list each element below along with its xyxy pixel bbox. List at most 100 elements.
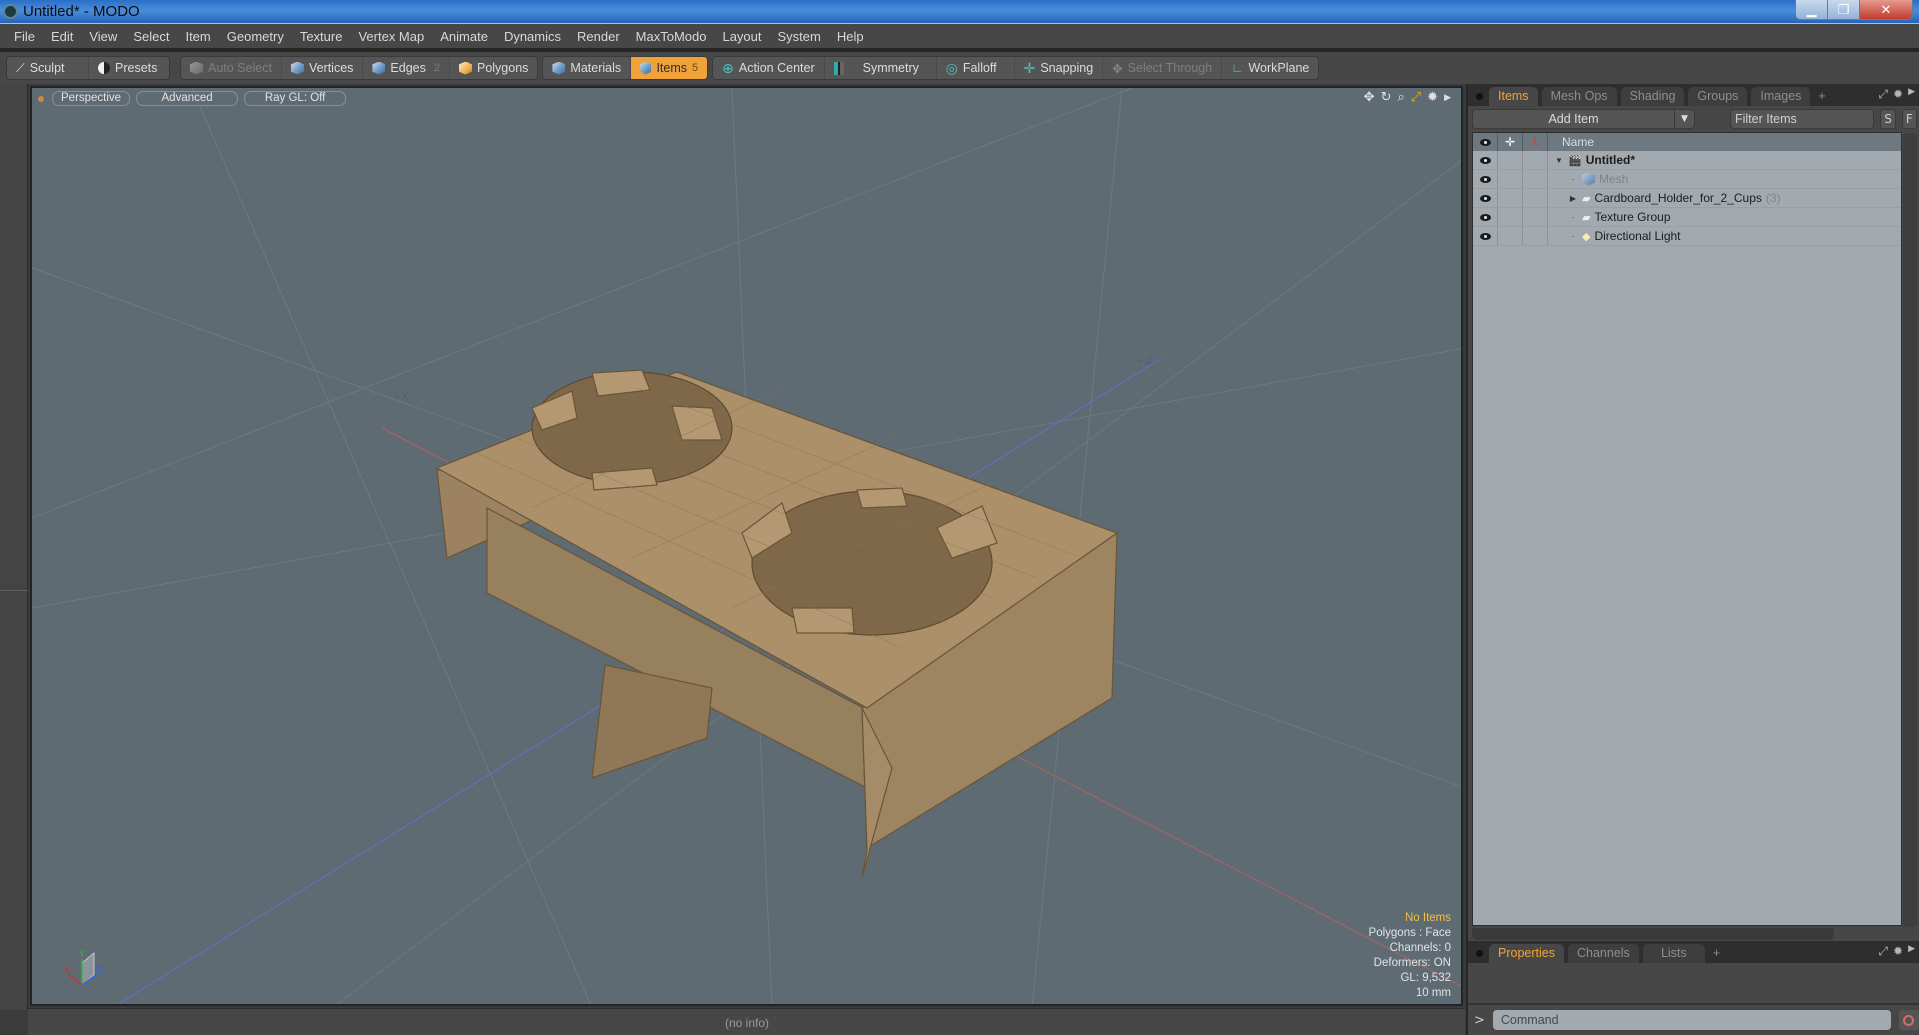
crosshair-icon: ⊕ — [722, 59, 734, 76]
zoom-icon[interactable]: ⌕ — [1397, 90, 1404, 105]
add-tab-button[interactable]: + — [1814, 87, 1829, 106]
panel-arrow-icon[interactable]: ▶ — [1908, 944, 1915, 959]
snapping-button[interactable]: ✛ Snapping — [1015, 57, 1104, 79]
select-through-button[interactable]: ✥ Select Through — [1103, 57, 1223, 79]
workplane-button[interactable]: ∟ WorkPlane — [1222, 57, 1318, 79]
tab-images[interactable]: Images — [1751, 87, 1811, 106]
items-button[interactable]: Items 5 — [631, 57, 708, 79]
raygl-toggle[interactable]: Ray GL: Off — [244, 91, 347, 106]
tab-properties[interactable]: Properties — [1489, 944, 1564, 963]
eye-icon — [1479, 213, 1491, 221]
menu-maxtomodo[interactable]: MaxToModo — [628, 29, 715, 44]
pan-icon[interactable]: ✥ — [1364, 90, 1375, 105]
menu-item[interactable]: Item — [177, 29, 218, 44]
panel-arrow-icon[interactable]: ▶ — [1908, 87, 1915, 102]
polygons-button[interactable]: Polygons — [450, 57, 537, 79]
record-macro-button[interactable] — [1898, 1010, 1919, 1030]
rotate-icon[interactable]: ↻ — [1381, 90, 1392, 105]
list-item[interactable]: · Mesh — [1473, 170, 1901, 189]
vertical-scrollbar[interactable] — [1903, 133, 1917, 927]
tab-lists[interactable]: Lists — [1642, 944, 1705, 963]
viewport-nav-icons: ✥ ↻ ⌕ ⤢ ✹ ▶ — [1364, 90, 1451, 105]
menu-texture[interactable]: Texture — [292, 29, 351, 44]
minimize-button[interactable]: ▁ — [1796, 0, 1828, 19]
falloff-button[interactable]: ◎ Falloff — [937, 57, 1015, 79]
expand-triangle-icon[interactable]: ▶ — [1568, 194, 1578, 203]
empty-cell — [1498, 208, 1523, 226]
viewport-menu-dot[interactable] — [38, 95, 44, 102]
menu-layout[interactable]: Layout — [714, 29, 769, 44]
menu-geometry[interactable]: Geometry — [219, 29, 292, 44]
item-name: Mesh — [1599, 172, 1629, 186]
window-title: Untitled* - MODO — [23, 3, 140, 20]
visibility-toggle[interactable] — [1473, 227, 1498, 245]
sculpt-button[interactable]: ⟋ Sculpt — [7, 57, 89, 79]
chevron-down-icon[interactable]: ▼ — [1673, 110, 1694, 128]
viewport-info-overlay: No Items Polygons : Face Channels: 0 Def… — [1369, 911, 1451, 1001]
left-tool-strip[interactable] — [0, 84, 28, 1010]
add-item-dropdown[interactable]: Add Item ▼ — [1472, 109, 1695, 129]
vertices-button[interactable]: Vertices — [282, 57, 364, 79]
filter-items-input[interactable]: Filter Items — [1729, 109, 1875, 129]
maximize-panel-icon[interactable]: ⤢ — [1878, 944, 1888, 959]
panel-menu-dot[interactable] — [1476, 93, 1483, 100]
horizontal-scrollbar[interactable] — [1472, 928, 1834, 940]
menu-file[interactable]: File — [6, 29, 43, 44]
expand-triangle-icon[interactable]: ▼ — [1554, 156, 1564, 165]
view-mode-dropdown[interactable]: Perspective — [52, 91, 131, 106]
visibility-toggle[interactable] — [1473, 189, 1498, 207]
visibility-toggle[interactable] — [1473, 170, 1498, 188]
menu-help[interactable]: Help — [829, 29, 872, 44]
shading-dropdown[interactable]: Advanced — [136, 91, 239, 106]
menu-vertex-map[interactable]: Vertex Map — [350, 29, 432, 44]
restore-button[interactable]: ❐ — [1828, 0, 1860, 19]
symmetry-button[interactable]: Symmetry — [825, 57, 937, 79]
visibility-toggle[interactable] — [1473, 208, 1498, 226]
list-item[interactable]: · ▰ Texture Group — [1473, 208, 1901, 227]
close-button[interactable]: ✕ — [1860, 0, 1912, 19]
menu-view[interactable]: View — [81, 29, 125, 44]
list-item[interactable]: ▼ 🎬 Untitled* — [1473, 151, 1901, 170]
gizmo-z-label: Z — [96, 966, 102, 976]
visibility-column-header[interactable] — [1473, 133, 1498, 151]
panel-gear-icon[interactable]: ✹ — [1893, 944, 1903, 959]
list-item[interactable]: · ◆ Directional Light — [1473, 227, 1901, 246]
more-arrow-icon[interactable]: ▶ — [1444, 93, 1451, 103]
add-tab-button[interactable]: + — [1709, 944, 1724, 963]
3d-viewport[interactable]: Perspective Advanced Ray GL: Off ✥ ↻ ⌕ ⤢… — [30, 86, 1463, 1006]
tab-items[interactable]: Items — [1489, 87, 1538, 106]
tab-channels[interactable]: Channels — [1567, 944, 1639, 963]
menu-system[interactable]: System — [770, 29, 829, 44]
name-column-header[interactable]: Name — [1562, 135, 1594, 149]
items-count: 5 — [692, 62, 699, 74]
panel-menu-dot[interactable] — [1476, 950, 1483, 957]
command-input[interactable]: Command — [1492, 1010, 1891, 1030]
item-name: Texture Group — [1594, 210, 1671, 224]
lock-column-header[interactable]: ✛ — [1498, 133, 1523, 151]
tab-groups[interactable]: Groups — [1688, 87, 1748, 106]
settings-gear-icon[interactable]: ✹ — [1427, 90, 1438, 105]
menu-dynamics[interactable]: Dynamics — [496, 29, 569, 44]
auto-select-button[interactable]: Auto Select — [181, 57, 282, 79]
f-button[interactable]: F — [1901, 109, 1918, 129]
visibility-toggle[interactable] — [1473, 151, 1498, 169]
s-button[interactable]: S — [1880, 109, 1896, 129]
main-toolbar: ⟋ Sculpt Presets Auto Select Vertices Ed… — [0, 52, 1919, 84]
maximize-panel-icon[interactable]: ⤢ — [1878, 87, 1888, 102]
action-center-button[interactable]: ⊕ Action Center — [713, 57, 825, 79]
menu-edit[interactable]: Edit — [43, 29, 81, 44]
menu-animate[interactable]: Animate — [432, 29, 496, 44]
maximize-icon[interactable]: ⤢ — [1411, 90, 1421, 105]
eye-icon — [1479, 232, 1491, 240]
tab-shading[interactable]: Shading — [1620, 87, 1685, 106]
list-item[interactable]: ▶ ▰ Cardboard_Holder_for_2_Cups (3) — [1473, 189, 1901, 208]
materials-button[interactable]: Materials — [543, 57, 632, 79]
item-name-cell: · Mesh — [1568, 172, 1629, 186]
menu-select[interactable]: Select — [125, 29, 177, 44]
tab-mesh-ops[interactable]: Mesh Ops — [1541, 87, 1617, 106]
locator-column-header[interactable]: ⅄ — [1523, 133, 1548, 151]
menu-render[interactable]: Render — [569, 29, 628, 44]
edges-button[interactable]: Edges 2 — [363, 57, 450, 79]
presets-button[interactable]: Presets — [89, 57, 169, 79]
panel-gear-icon[interactable]: ✹ — [1893, 87, 1903, 102]
